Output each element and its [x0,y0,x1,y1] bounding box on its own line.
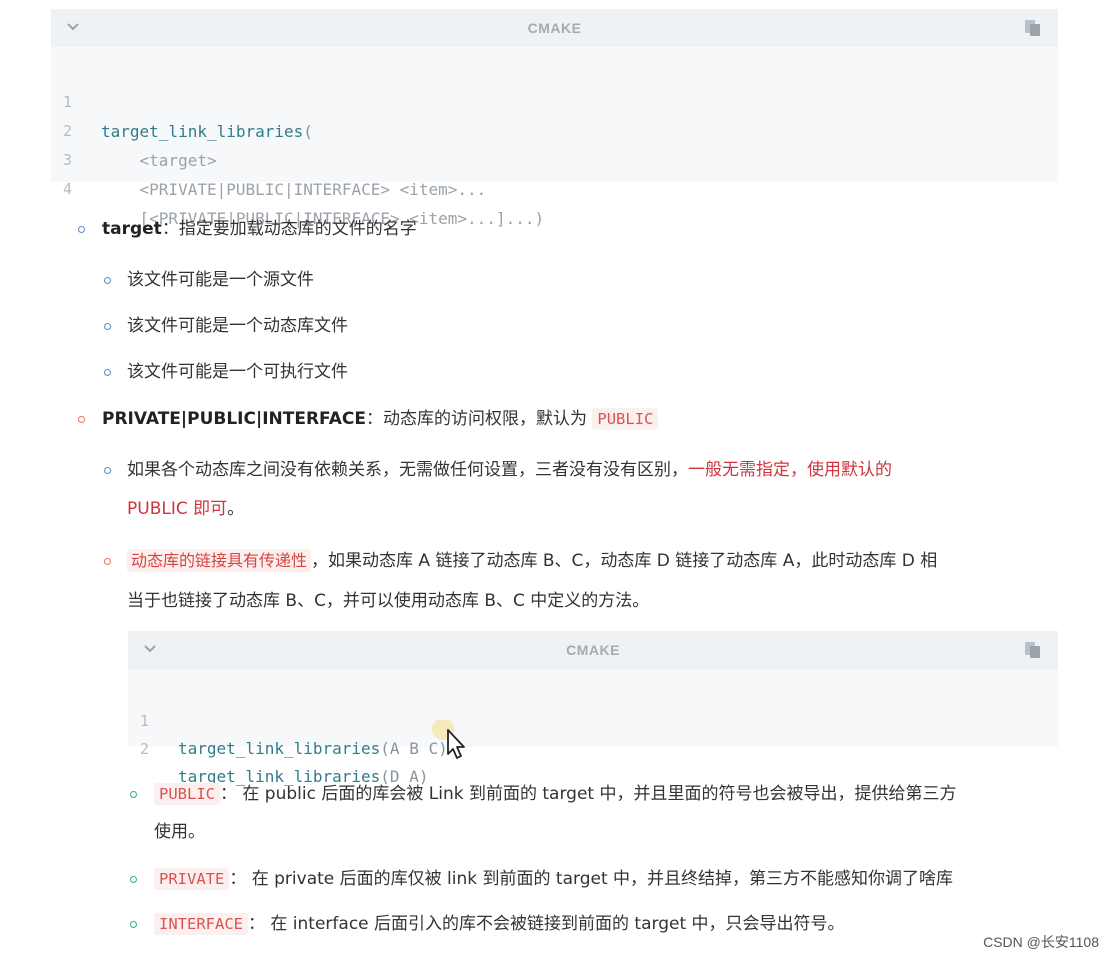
line-number: 4 [63,180,73,198]
list-bullet [104,369,111,376]
list-item-access: PRIVATE|PUBLIC|INTERFACE：动态库的访问权限，默认为 PU… [102,399,659,439]
list-item-public: PUBLIC： 在 public 后面的库会被 Link 到前面的 target… [154,774,956,814]
list-item-interface: INTERFACE： 在 interface 后面引入的库不会被链接到前面的 t… [154,904,845,944]
code-line: 4 [<PRIVATE|PUBLIC|INTERFACE> <item>...]… [51,146,1058,228]
code-block-header: CMAKE [51,9,1058,47]
code-line: 2 target_link_libraries(D A) [128,707,1058,786]
list-bullet [130,791,137,798]
list-item-target: target：指定要加载动态库的文件的名字 [102,209,417,249]
watermark: CSDN @长安1108 [983,934,1099,950]
list-bullet [78,226,85,233]
term-desc: ：指定要加载动态库的文件的名字 [161,219,417,239]
list-item: 动态库的链接具有传递性 ，如果动态库 A 链接了动态库 B、C，动态库 D 链接了… [127,541,937,581]
copy-icon[interactable] [1024,641,1042,659]
code-block-2: CMAKE 1 target_link_libraries(A B C) 2 t… [128,631,1058,786]
list-item-cont: PUBLIC 即可。 [127,489,244,529]
text: ，如果动态库 A 链接了动态库 B、C，动态库 D 链接了动态库 A，此时动态库… [311,551,938,571]
list-item-cont: 当于也链接了动态库 B、C，并可以使用动态库 B、C 中定义的方法。 [127,591,650,611]
term-target: target [102,219,162,239]
list-bullet [104,323,111,330]
list-bullet [130,876,137,883]
mouse-cursor-icon [432,720,465,759]
text: ： 在 private 后面的库仅被 link 到前面的 target 中，并且… [229,869,954,889]
term-access: PRIVATE|PUBLIC|INTERFACE [102,409,366,429]
code-line: 1 target_link_libraries(A B C) [128,679,1058,758]
code-arg: <PRIVATE|PUBLIC|INTERFACE> <item>... [101,180,487,199]
red-text: 一般无需指定，使用默认的 [688,460,892,480]
text: ： 在 public 后面的库会被 Link 到前面的 target 中，并且里… [220,784,957,804]
text: ： 在 interface 后面引入的库不会被链接到前面的 target 中，只… [248,914,845,934]
code-language-label: CMAKE [527,20,582,36]
list-item-cont: 使用。 [154,822,205,842]
list-bullet [130,921,137,928]
text: 。 [227,499,245,519]
red-text: PUBLIC 即可 [127,499,228,519]
inline-code: PUBLIC [154,783,220,805]
code-block-header: CMAKE [128,631,1058,669]
copy-icon[interactable] [1024,19,1042,37]
inline-code: PUBLIC [592,408,659,430]
code-line: 2 <target> [51,88,1058,170]
line-number: 2 [140,740,150,758]
list-item: 该文件可能是一个可执行文件 [127,362,348,382]
code-language-label: CMAKE [566,642,620,658]
text: 如果各个动态库之间没有依赖关系，无需做任何设置，三者没有没有区别， [127,460,688,480]
list-bullet [104,277,111,284]
inline-code: INTERFACE [154,913,248,935]
list-bullet [78,416,85,423]
code-line: 3 <PRIVATE|PUBLIC|INTERFACE> <item>... [51,117,1058,199]
list-bullet [104,467,111,474]
list-item: 如果各个动态库之间没有依赖关系，无需做任何设置，三者没有没有区别，一般无需指定，… [127,450,892,490]
code-function: target_link_libraries [178,739,381,758]
term-desc: ：动态库的访问权限，默认为 [365,409,593,429]
code-line: 1 target_link_libraries( [51,59,1058,141]
list-bullet [104,558,111,565]
code-block-1: CMAKE 1 target_link_libraries( 2 <target… [51,9,1058,228]
list-item: 该文件可能是一个动态库文件 [127,316,348,336]
list-item: 该文件可能是一个源文件 [127,270,314,290]
list-item-private: PRIVATE： 在 private 后面的库仅被 link 到前面的 targ… [154,859,953,899]
highlight-text: 动态库的链接具有传递性 [127,549,312,572]
inline-code: PRIVATE [154,868,230,890]
